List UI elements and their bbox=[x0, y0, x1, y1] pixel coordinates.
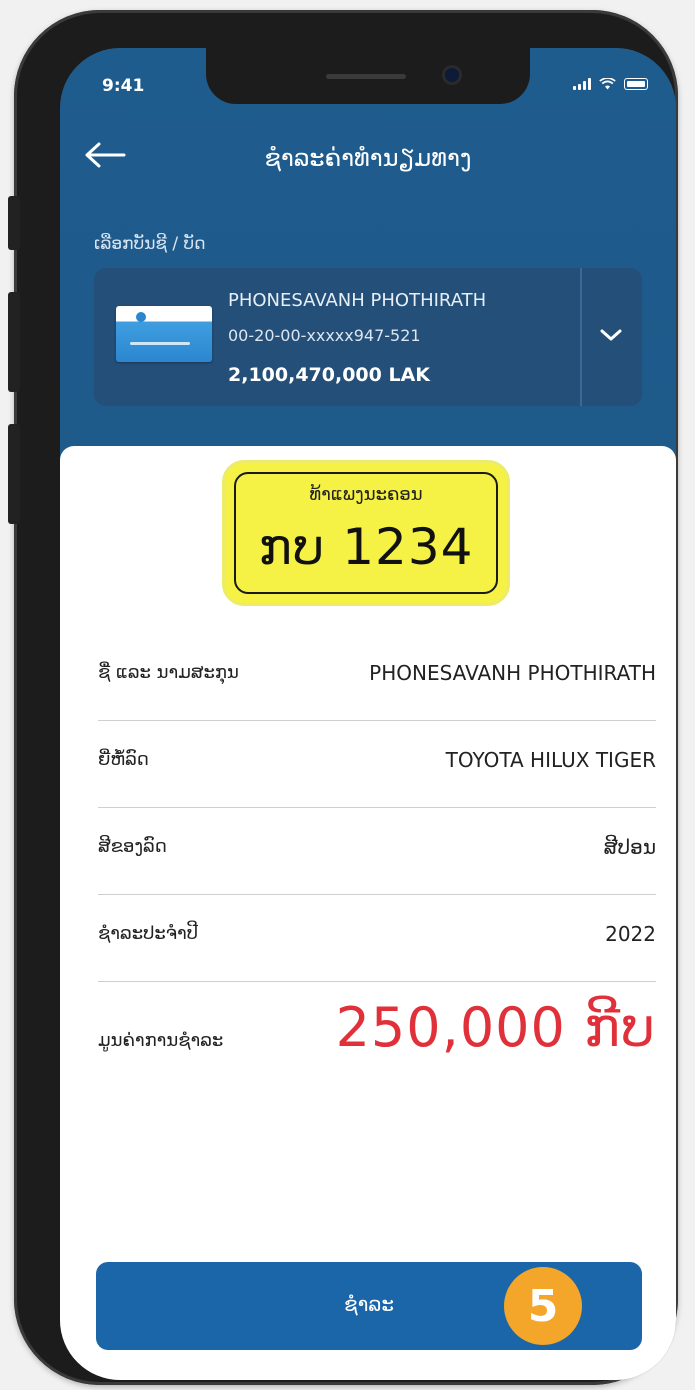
license-plate: ທ້າແພງນະຄອນ ກບ 1234 bbox=[222, 460, 510, 606]
divider bbox=[580, 268, 582, 406]
payment-details-card: ທ້າແພງນະຄອນ ກບ 1234 ຊື່ ແລະ ນາມສະກຸນ PHO… bbox=[60, 446, 676, 1380]
front-camera bbox=[442, 65, 462, 85]
detail-row-owner: ຊື່ ແລະ ນາມສະກຸນ PHONESAVANH PHOTHIRATH bbox=[98, 634, 656, 721]
detail-value: TOYOTA HILUX TIGER bbox=[445, 748, 656, 772]
detail-row-brand: ຍີ່ຫໍ້ລົດ TOYOTA HILUX TIGER bbox=[98, 721, 656, 808]
battery-icon bbox=[624, 78, 648, 90]
status-time: 9:41 bbox=[102, 76, 145, 96]
total-label: ມູນຄ່າການຊຳລະ bbox=[98, 1030, 224, 1051]
speaker bbox=[326, 74, 406, 79]
total-amount: 250,000 ກີບ bbox=[335, 996, 656, 1059]
total-amount-row: ມູນຄ່າການຊຳລະ 250,000 ກີບ bbox=[98, 982, 656, 1092]
detail-label: ຊຳລະປະຈຳປີ bbox=[98, 923, 198, 944]
detail-row-color: ສີຂອງລົດ ສີປອນ bbox=[98, 808, 656, 895]
detail-label: ຊື່ ແລະ ນາມສະກຸນ bbox=[98, 662, 239, 683]
plate-caption: ທ້າແພງນະຄອນ bbox=[309, 484, 423, 505]
detail-row-year: ຊຳລະປະຈຳປີ 2022 bbox=[98, 895, 656, 982]
account-balance: 2,100,470,000 LAK bbox=[228, 364, 431, 386]
pay-button[interactable]: ຊຳລະ 5 bbox=[96, 1262, 642, 1350]
account-selector[interactable]: PHONESAVANH PHOTHIRATH 00-20-00-xxxxx947… bbox=[94, 268, 642, 406]
account-select-label: ເລືອກບັນຊີ / ບັດ bbox=[94, 234, 206, 254]
page-title: ຊຳລະຄ່າທຳນຽມທາງ bbox=[264, 144, 472, 172]
detail-value: 2022 bbox=[605, 922, 656, 946]
phone-frame: 9:41 ຊຳລະຄ່າທຳນຽມທາງ ເລືອກບັນຊີ / ບັດ PH… bbox=[8, 10, 678, 1385]
step-number-badge: 5 bbox=[504, 1267, 582, 1345]
mute-switch bbox=[8, 196, 20, 250]
app-screen: 9:41 ຊຳລະຄ່າທຳນຽມທາງ ເລືອກບັນຊີ / ບັດ PH… bbox=[60, 48, 676, 1380]
detail-value: PHONESAVANH PHOTHIRATH bbox=[369, 661, 656, 685]
signal-icon bbox=[573, 78, 591, 90]
bank-card-image bbox=[116, 306, 212, 362]
notch bbox=[206, 48, 530, 104]
details-list: ຊື່ ແລະ ນາມສະກຸນ PHONESAVANH PHOTHIRATH … bbox=[98, 634, 656, 1092]
volume-down-button bbox=[8, 424, 20, 524]
detail-label: ສີຂອງລົດ bbox=[98, 836, 167, 857]
account-number: 00-20-00-xxxxx947-521 bbox=[228, 326, 421, 345]
volume-up-button bbox=[8, 292, 20, 392]
wifi-icon bbox=[599, 78, 616, 90]
account-holder-name: PHONESAVANH PHOTHIRATH bbox=[228, 290, 487, 311]
plate-number: ກບ 1234 bbox=[258, 518, 474, 576]
status-icons bbox=[573, 78, 648, 90]
detail-value: ສີປອນ bbox=[603, 835, 656, 859]
chevron-down-icon[interactable] bbox=[598, 326, 624, 344]
detail-label: ຍີ່ຫໍ້ລົດ bbox=[98, 749, 149, 770]
